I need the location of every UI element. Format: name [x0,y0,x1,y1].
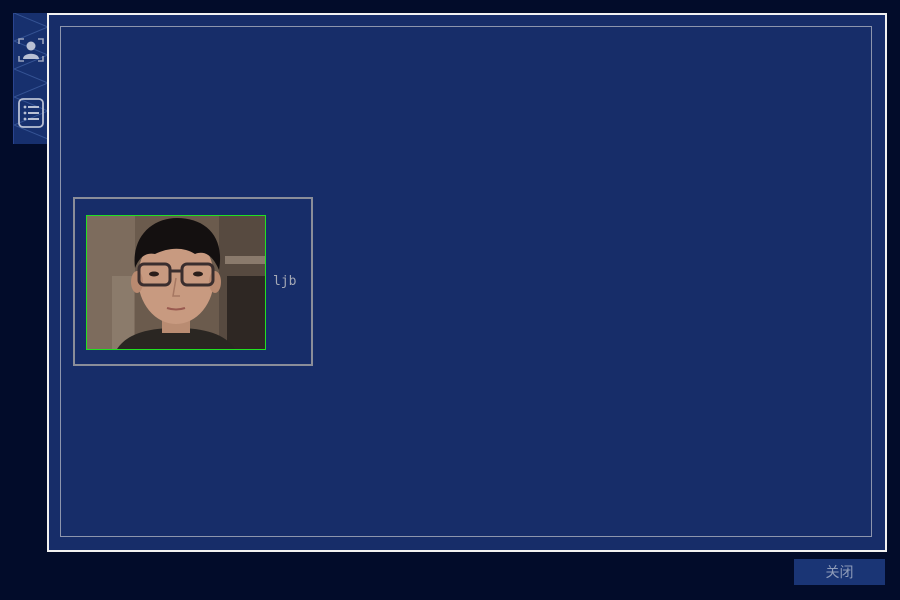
records-list-button[interactable] [16,98,46,128]
face-result-card[interactable]: ljb [73,197,313,366]
face-capture-button[interactable] [16,35,46,65]
close-button[interactable]: 关闭 [794,559,885,585]
face-snapshot [86,215,266,350]
camera-view-panel: ljb [47,13,887,552]
face-snapshot-image [87,216,265,349]
face-name-label: ljb [273,274,297,289]
face-user-icon [18,38,44,62]
list-icon [18,98,44,128]
face-recognition-app: ljb 关闭 [0,0,900,600]
side-toolbar [13,13,48,144]
